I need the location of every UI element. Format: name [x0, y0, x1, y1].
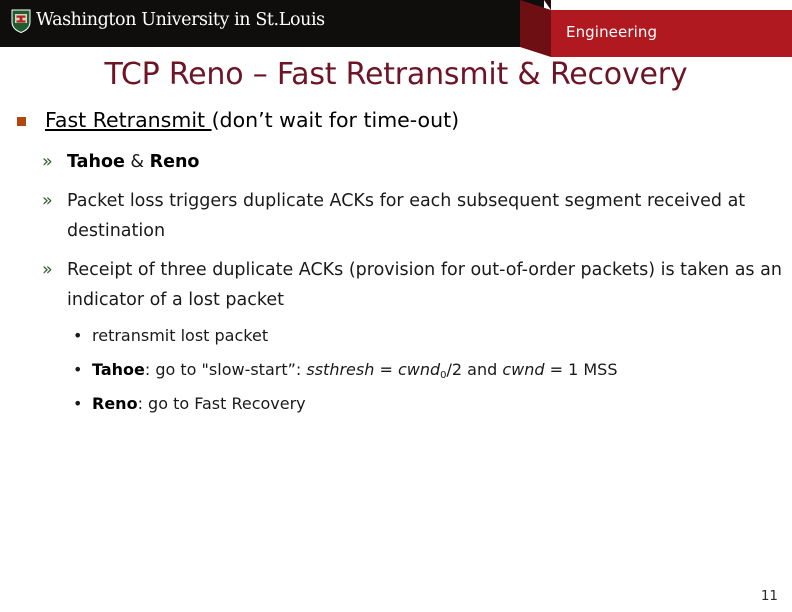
chevron-marker-icon: »	[42, 152, 53, 172]
chevron-marker-icon: »	[42, 260, 53, 281]
shield-crest-icon	[11, 9, 31, 33]
bullet-level3-retransmit: • retransmit lost packet	[0, 324, 792, 349]
tahoe-bold-label: Tahoe	[92, 360, 145, 380]
slide-body: Fast Retransmit (don’t wait for time-out…	[0, 108, 792, 426]
reno-label: Reno	[149, 152, 200, 172]
slide-header: Washington University in St.Louis Engine…	[0, 0, 792, 60]
tahoe-seg1: : go to "slow-start”:	[144, 360, 307, 380]
bullet-level1-rest: (don’t wait for time-out)	[211, 108, 460, 132]
cwnd-variable: cwnd	[502, 360, 545, 380]
bullet-level3-tahoe: • Tahoe: go to "slow-start”: ssthresh = …	[0, 358, 792, 383]
dot-bullet-icon: •	[73, 394, 83, 414]
bullet-level1: Fast Retransmit (don’t wait for time-out…	[0, 108, 792, 133]
bullet-level2-three-dup-acks: » Receipt of three duplicate ACKs (provi…	[0, 255, 787, 315]
ampersand-text: &	[124, 152, 150, 172]
bullet-level3-retransmit-text: retransmit lost packet	[92, 326, 269, 346]
dot-bullet-icon: •	[73, 326, 83, 346]
tahoe-seg2: =	[374, 360, 398, 380]
tahoe-seg3: /2 and	[446, 360, 503, 380]
bullet-level3-reno: • Reno: go to Fast Recovery	[0, 392, 792, 417]
dot-bullet-icon: •	[73, 360, 83, 380]
university-logo: Washington University in St.Louis	[11, 9, 325, 33]
bullet-level2-packet-loss-text: Packet loss triggers duplicate ACKs for …	[67, 191, 746, 242]
page-number: 11	[760, 588, 778, 604]
engineering-banner-label: Engineering	[566, 23, 658, 41]
slide-title: TCP Reno – Fast Retransmit & Recovery	[104, 57, 688, 92]
square-bullet-icon	[17, 117, 26, 126]
bullet-level2-three-dup-acks-text: Receipt of three duplicate ACKs (provisi…	[67, 260, 782, 311]
reno-bold-label: Reno	[92, 394, 138, 414]
tahoe-seg4: = 1 MSS	[544, 360, 618, 380]
cwnd-subscript: 0	[440, 370, 447, 382]
ssthresh-variable: ssthresh	[306, 360, 375, 380]
cwnd-zero-variable: cwnd	[397, 360, 441, 380]
bullet-level2-packet-loss: » Packet loss triggers duplicate ACKs fo…	[0, 186, 787, 246]
tahoe-label: Tahoe	[67, 152, 125, 172]
chevron-marker-icon: »	[42, 191, 53, 212]
bullet-level2-tahoe-reno: » Tahoe & Reno	[0, 147, 787, 177]
reno-seg1: : go to Fast Recovery	[137, 394, 306, 414]
bullet-level1-underlined: Fast Retransmit	[45, 108, 212, 132]
university-name-text: Washington University in St.Louis	[36, 10, 325, 31]
